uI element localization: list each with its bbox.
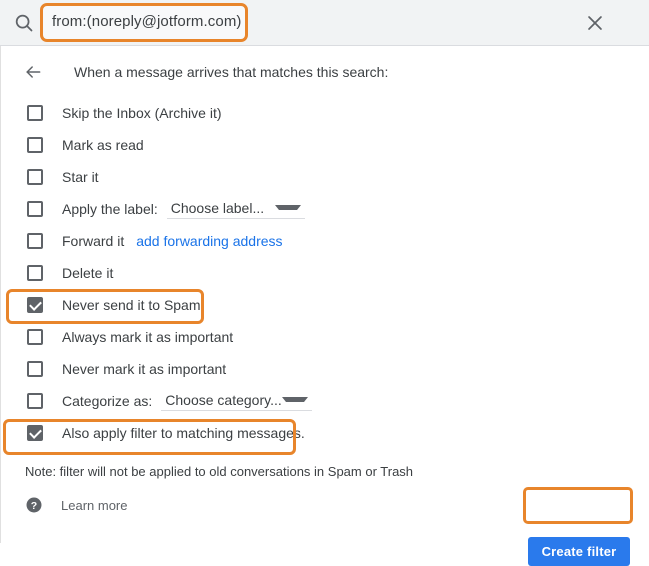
create-filter-panel: When a message arrives that matches this… [0,46,649,566]
panel-title: When a message arrives that matches this… [74,64,389,80]
checkbox-always-mark-important[interactable] [27,329,43,345]
checkbox-star-it[interactable] [27,169,43,185]
option-row-forward-it[interactable]: Forward it add forwarding address [1,225,649,257]
panel-title-row: When a message arrives that matches this… [1,58,388,86]
chevron-down-icon [274,205,301,210]
checkbox-skip-inbox[interactable] [27,105,43,121]
option-label: Apply the label: [62,201,158,217]
option-row-never-mark-important[interactable]: Never mark it as important [1,353,649,385]
option-label: Never send it to Spam [62,297,201,313]
filter-note: Note: filter will not be applied to old … [25,464,414,479]
checkbox-never-send-to-spam[interactable] [27,297,43,313]
option-row-always-mark-important[interactable]: Always mark it as important [1,321,649,353]
search-header: from:(noreply@jotform.com) [0,0,649,46]
checkbox-also-apply-filter[interactable] [27,425,43,441]
option-label: Forward it [62,233,125,249]
svg-text:?: ? [31,500,37,512]
option-label: Always mark it as important [62,329,234,345]
checkbox-categorize-as[interactable] [27,393,43,409]
option-label: Skip the Inbox (Archive it) [62,105,222,121]
option-label: Star it [62,169,99,185]
option-label: Also apply filter to matching messages. [62,425,305,441]
create-filter-button[interactable]: Create filter [528,537,630,566]
help-circle-icon: ? [26,497,42,513]
learn-more-label[interactable]: Learn more [61,498,127,513]
option-label: Never mark it as important [62,361,227,377]
option-row-skip-inbox[interactable]: Skip the Inbox (Archive it) [1,97,649,129]
choose-category-dropdown[interactable]: Choose category... [161,391,312,411]
checkbox-mark-as-read[interactable] [27,137,43,153]
option-row-also-apply-filter[interactable]: Also apply filter to matching messages. [1,417,649,449]
chevron-down-icon [281,397,308,402]
learn-more-row[interactable]: ? Learn more [25,496,127,514]
checkbox-forward-it[interactable] [27,233,43,249]
search-input[interactable]: from:(noreply@jotform.com) [52,13,242,30]
option-row-mark-as-read[interactable]: Mark as read [1,129,649,161]
option-row-star-it[interactable]: Star it [1,161,649,193]
choose-category-value: Choose category... [165,391,282,408]
checkbox-delete-it[interactable] [27,265,43,281]
option-row-never-send-to-spam[interactable]: Never send it to Spam [1,289,649,321]
search-icon[interactable] [13,12,35,34]
add-forwarding-address-link[interactable]: add forwarding address [136,233,282,249]
option-label: Mark as read [62,137,144,153]
choose-label-value: Choose label... [170,199,265,216]
checkbox-never-mark-important[interactable] [27,361,43,377]
close-icon[interactable] [584,12,606,34]
checkbox-apply-label[interactable] [27,201,43,217]
option-row-categorize-as[interactable]: Categorize as: Choose category... [1,385,649,417]
filter-options-list: Skip the Inbox (Archive it) Mark as read… [1,97,649,449]
option-label: Categorize as: [62,393,153,409]
option-row-delete-it[interactable]: Delete it [1,257,649,289]
option-label: Delete it [62,265,114,281]
option-row-apply-label[interactable]: Apply the label: Choose label... [1,193,649,225]
arrow-left-icon[interactable] [23,62,43,82]
choose-label-dropdown[interactable]: Choose label... [166,199,305,219]
